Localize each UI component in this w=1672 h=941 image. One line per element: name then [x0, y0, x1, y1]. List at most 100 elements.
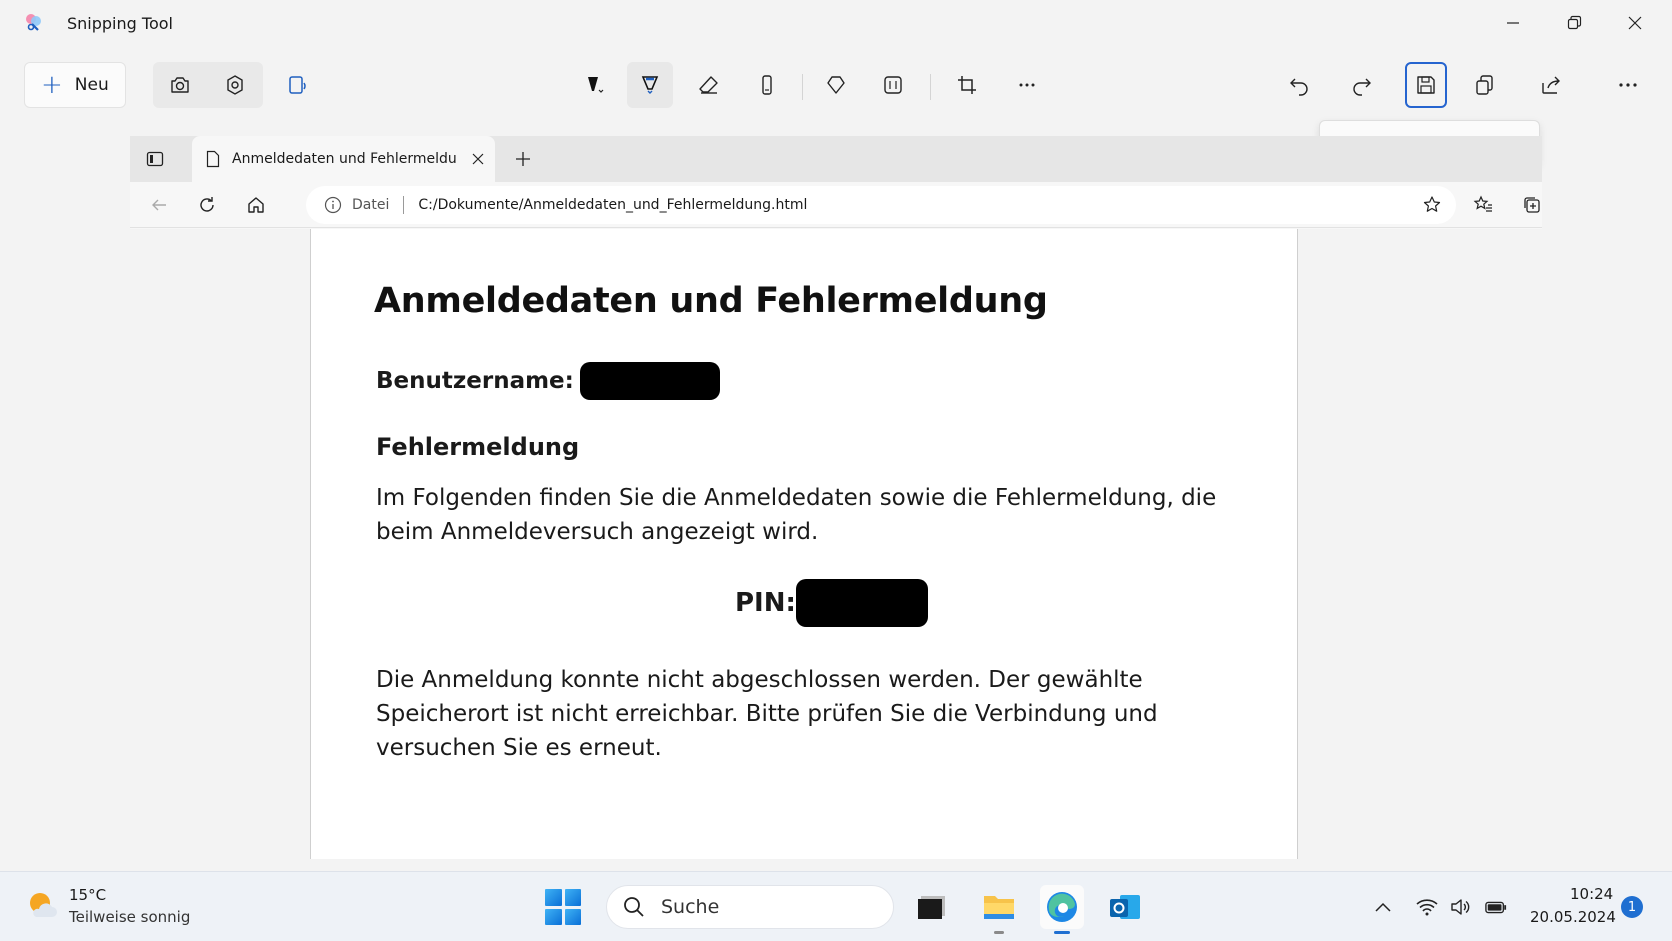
- taskbar-search[interactable]: Suche: [606, 885, 894, 929]
- crop-button[interactable]: [944, 62, 990, 108]
- active-indicator: [1054, 931, 1070, 934]
- record-settings-icon: [227, 75, 243, 95]
- collections-button[interactable]: [1517, 190, 1542, 220]
- more-tools-button[interactable]: [1004, 62, 1050, 108]
- windows-logo-tile: [545, 889, 562, 906]
- clock-date: 20.05.2024: [1530, 908, 1616, 926]
- app-title: Snipping Tool: [67, 14, 173, 33]
- volume-button[interactable]: [1449, 896, 1471, 918]
- see-more-button[interactable]: [1605, 62, 1651, 108]
- text-actions-button[interactable]: [870, 62, 916, 108]
- windows-logo-tile: [564, 908, 581, 925]
- document-page: Anmeldedaten und Fehlermeldung Benutzern…: [310, 229, 1298, 859]
- username-label: Benutzername:: [376, 368, 574, 394]
- more-icon: [1019, 83, 1035, 87]
- restore-icon: [1567, 15, 1582, 30]
- battery-button[interactable]: [1485, 896, 1507, 918]
- weather-description: Teilweise sonnig: [69, 908, 191, 926]
- pin-line: PIN:: [735, 579, 928, 627]
- minimize-icon: [1507, 22, 1519, 24]
- tab-title: Anmeldedaten und Fehlermeldung: [232, 151, 457, 167]
- share-icon: [1542, 76, 1560, 94]
- favorites-button[interactable]: [1468, 190, 1498, 220]
- copy-button[interactable]: [1461, 62, 1507, 108]
- rectangle-snip-icon: [289, 76, 306, 94]
- show-hidden-icons-button[interactable]: [1372, 896, 1394, 918]
- refresh-button[interactable]: [192, 190, 222, 220]
- redo-button[interactable]: [1339, 62, 1385, 108]
- collections-icon: [1524, 197, 1540, 213]
- toolbar-divider: [802, 74, 803, 100]
- tab-actions-icon: [146, 151, 164, 167]
- pen-icon: [588, 77, 604, 93]
- username-redaction: [579, 362, 720, 400]
- close-window-button[interactable]: [1612, 8, 1658, 38]
- windows-logo-tile: [564, 889, 581, 906]
- highlighter-button[interactable]: [627, 62, 673, 108]
- redo-icon: [1353, 78, 1371, 96]
- url-field[interactable]: Datei C:/Dokumente/Anmeldedaten_und_Fehl…: [306, 186, 1456, 224]
- eraser-icon: [699, 76, 718, 94]
- snip-mode-button[interactable]: [275, 62, 321, 108]
- wifi-icon: [1416, 899, 1438, 916]
- refresh-icon: [200, 197, 214, 212]
- start-button[interactable]: [545, 889, 581, 925]
- browser-tab-strip: Anmeldedaten und Fehlermeldung: [130, 136, 1542, 182]
- speaker-icon: [1451, 899, 1470, 915]
- page-viewport: Anmeldedaten und Fehlermeldung Benutzern…: [130, 229, 1542, 859]
- browser-tab[interactable]: Anmeldedaten und Fehlermeldung: [192, 136, 495, 182]
- notification-badge[interactable]: 1: [1621, 896, 1643, 918]
- text-actions-icon: [884, 76, 902, 94]
- save-icon: [1417, 76, 1435, 94]
- plus-icon: +: [41, 70, 63, 100]
- taskbar-app-edge[interactable]: [1040, 885, 1084, 934]
- tab-actions-button[interactable]: [140, 146, 170, 172]
- home-button[interactable]: [241, 190, 271, 220]
- search-placeholder: Suche: [661, 896, 720, 918]
- share-button[interactable]: [1528, 62, 1574, 108]
- url-divider: [403, 196, 405, 214]
- back-button[interactable]: [144, 190, 174, 220]
- home-icon: [248, 197, 264, 213]
- save-button[interactable]: [1405, 62, 1447, 108]
- plus-icon: [516, 152, 530, 166]
- username-line: Benutzername:: [376, 362, 720, 400]
- restore-button[interactable]: [1551, 8, 1597, 38]
- partly-sunny-icon: [30, 893, 57, 917]
- eraser-button[interactable]: [686, 62, 732, 108]
- info-icon: [324, 196, 342, 214]
- screen-record-button[interactable]: [212, 62, 258, 108]
- snipping-toolbar: + Neu: [0, 54, 1672, 116]
- taskbar-app-terminal[interactable]: [910, 885, 954, 929]
- image-text-button[interactable]: [813, 62, 859, 108]
- title-bar: Snipping Tool: [0, 0, 1672, 46]
- favorites-icon: [1473, 195, 1492, 212]
- screenshot-mode-button[interactable]: [157, 62, 203, 108]
- new-snip-button[interactable]: + Neu: [24, 62, 126, 108]
- more-icon: [1619, 83, 1637, 87]
- site-info[interactable]: Datei: [324, 196, 389, 214]
- edge-icon: [1047, 892, 1077, 922]
- page-icon: [206, 150, 220, 168]
- add-favorite-icon[interactable]: [1422, 195, 1442, 215]
- minimize-button[interactable]: [1490, 8, 1536, 38]
- network-button[interactable]: [1416, 896, 1438, 918]
- intro-paragraph: Im Folgenden finden Sie die Anmeldedaten…: [376, 485, 1217, 545]
- ruler-icon: [762, 75, 772, 95]
- copy-icon: [1476, 75, 1493, 95]
- taskbar-app-outlook[interactable]: [1103, 885, 1147, 929]
- taskbar: 15°C Teilweise sonnig Suche 10:24 20.05.…: [0, 871, 1672, 941]
- undo-button[interactable]: [1276, 62, 1322, 108]
- windows-logo-tile: [545, 908, 562, 925]
- battery-icon: [1485, 901, 1507, 914]
- close-tab-button[interactable]: [469, 150, 487, 168]
- taskbar-app-file-explorer[interactable]: [977, 885, 1021, 934]
- close-icon: [1628, 16, 1642, 30]
- new-tab-button[interactable]: [510, 146, 536, 172]
- undo-icon: [1290, 78, 1308, 96]
- ballpoint-pen-button[interactable]: [570, 62, 616, 108]
- ruler-button[interactable]: [744, 62, 790, 108]
- screenshot-canvas: Anmeldedaten und Fehlermeldung Datei C:/…: [130, 136, 1542, 859]
- back-arrow-icon: [152, 199, 166, 211]
- clock-time: 10:24: [1570, 885, 1614, 903]
